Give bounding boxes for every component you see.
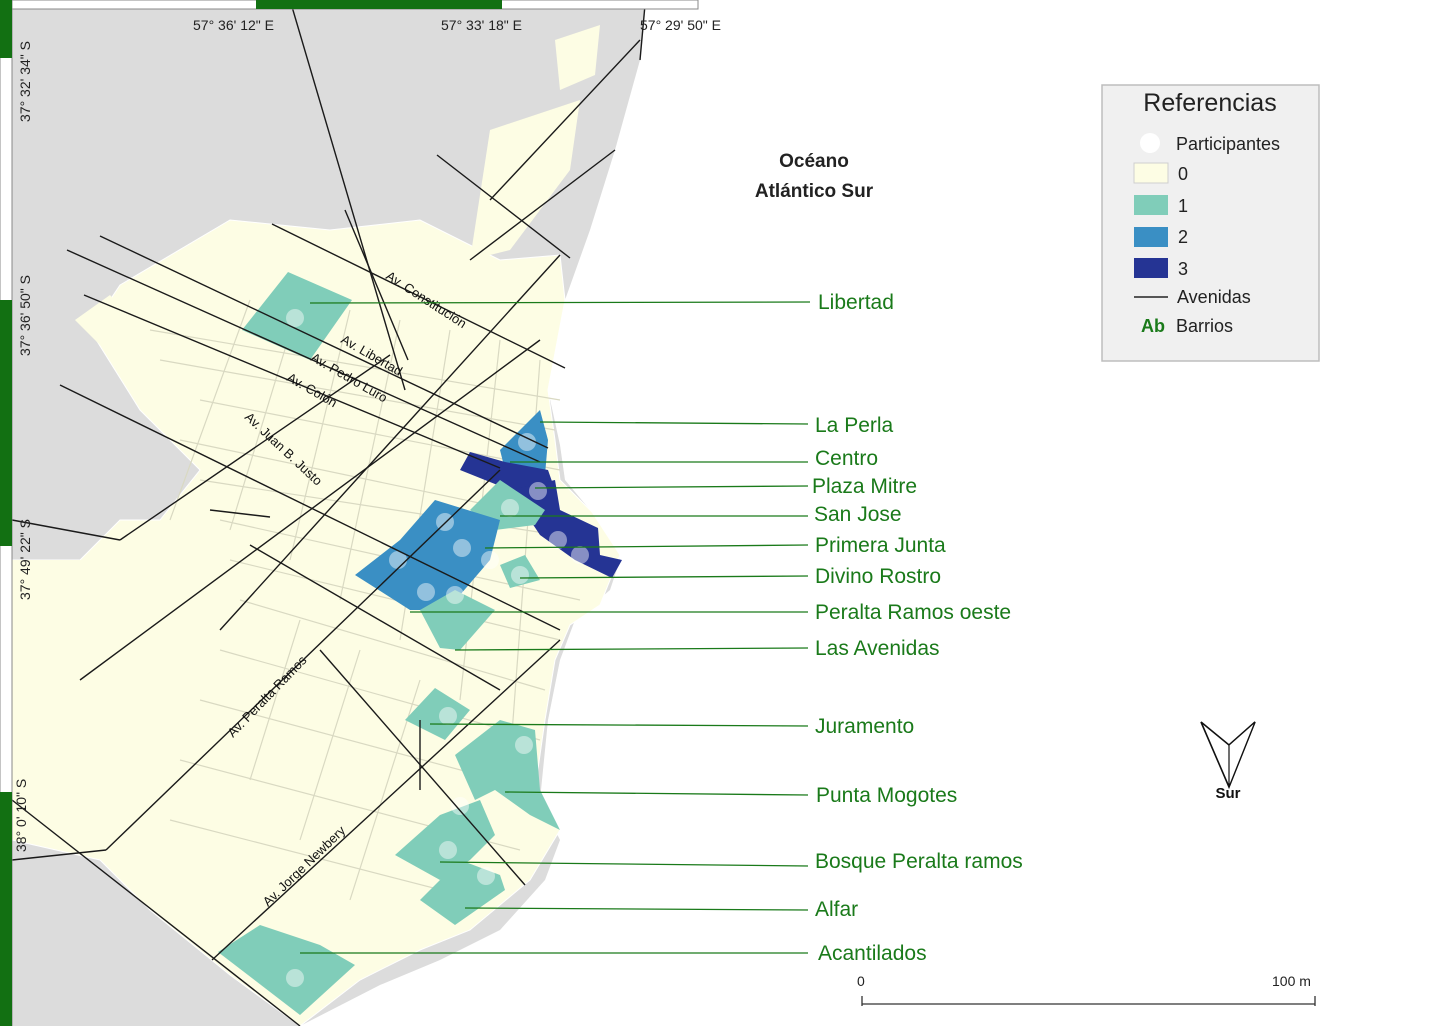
scale-start-label: 0 — [857, 973, 865, 989]
legend-barrios-symbol: Ab — [1141, 316, 1165, 336]
map-canvas: Av. Constitución Av. Libertad Av. Pedro … — [0, 0, 1320, 1026]
ocean-label-line1: Océano — [779, 151, 849, 172]
legend-class-3-label: 3 — [1178, 259, 1188, 279]
barrio-label-san-jose: San Jose — [814, 503, 902, 526]
legend-avenidas-label: Avenidas — [1177, 287, 1251, 307]
north-arrow-label: Sur — [1215, 785, 1240, 802]
coord-top-1: 57° 36' 12" E — [193, 17, 274, 33]
barrio-label-punta-mogotes: Punta Mogotes — [816, 784, 957, 807]
top-frame-segment — [256, 0, 502, 9]
barrio-label-libertad: Libertad — [818, 291, 894, 314]
scale-bar — [861, 996, 1316, 1006]
barrio-label-juramento: Juramento — [815, 715, 914, 738]
barrio-label-centro: Centro — [815, 447, 878, 470]
legend-participants-label: Participantes — [1176, 134, 1280, 154]
scale-end-label: 100 m — [1272, 973, 1311, 989]
legend-class-1-label: 1 — [1178, 196, 1188, 216]
legend-title: Referencias — [1143, 89, 1276, 117]
left-frame-segment-1 — [0, 0, 12, 58]
left-frame-segment-3 — [0, 792, 12, 1026]
legend-swatch-0 — [1133, 162, 1169, 184]
barrio-label-alfar: Alfar — [815, 898, 858, 921]
legend-class-0-label: 0 — [1178, 164, 1188, 184]
legend-swatch-1 — [1134, 195, 1168, 215]
coord-left-2: 37° 36' 50" S — [17, 275, 33, 356]
coord-left-3: 37° 49' 22" S — [17, 519, 33, 600]
barrio-label-acantilados: Acantilados — [818, 942, 927, 965]
ocean-label-line2: Atlántico Sur — [755, 181, 874, 202]
legend-swatch-2 — [1134, 227, 1168, 247]
legend-participant-symbol — [1140, 133, 1160, 153]
legend-barrios-label: Barrios — [1176, 316, 1233, 336]
barrio-label-bosque-peralta-ramos: Bosque Peralta ramos — [815, 850, 1023, 873]
barrio-label-divino-rostro: Divino Rostro — [815, 565, 941, 588]
legend: Referencias Participantes 0 1 2 3 Avenid… — [1101, 84, 1320, 362]
legend-swatch-3 — [1134, 258, 1168, 278]
barrio-label-peralta-ramos-oeste: Peralta Ramos oeste — [815, 601, 1011, 624]
barrio-label-plaza-mitre: Plaza Mitre — [812, 475, 917, 498]
coord-top-2: 57° 33' 18" E — [441, 17, 522, 33]
barrio-label-las-avenidas: Las Avenidas — [815, 637, 940, 660]
coord-left-1: 37° 32' 34" S — [17, 41, 33, 122]
barrio-label-la-perla: La Perla — [815, 414, 894, 437]
coord-top-3: 57° 29' 50" E — [640, 17, 721, 33]
legend-class-2-label: 2 — [1178, 227, 1188, 247]
barrio-label-primera-junta: Primera Junta — [815, 534, 946, 557]
coord-left-4: 38° 0' 10" S — [13, 779, 29, 852]
left-frame-segment-2 — [0, 300, 12, 546]
north-arrow-icon — [1200, 721, 1256, 790]
